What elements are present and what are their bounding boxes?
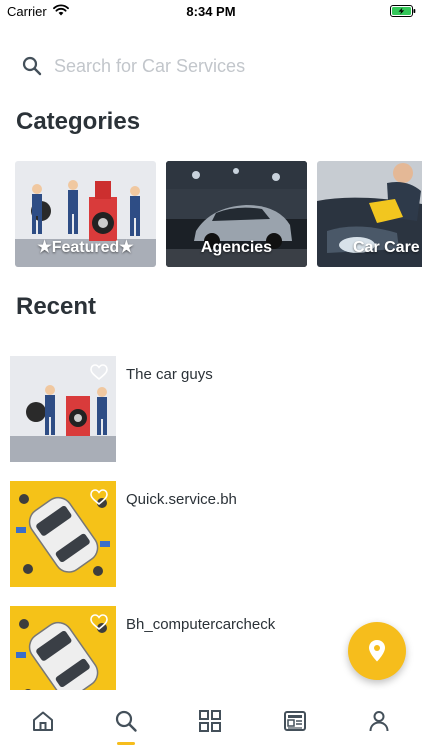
search-icon <box>115 710 137 732</box>
category-label: Agencies <box>200 239 273 256</box>
search-icon <box>22 56 42 81</box>
location-fab-button[interactable] <box>348 622 406 680</box>
news-icon <box>284 711 306 731</box>
heart-icon[interactable] <box>90 614 108 635</box>
home-icon <box>33 711 53 731</box>
category-card-featured[interactable]: ★Featured★ <box>15 161 156 267</box>
recent-item-name: Quick.service.bh <box>126 491 237 508</box>
location-pin-icon <box>369 640 385 662</box>
category-card-agencies[interactable]: Agencies <box>166 161 307 267</box>
grid-icon <box>199 710 221 732</box>
heart-icon[interactable] <box>90 364 108 385</box>
category-label: ★Featured★ <box>37 239 134 256</box>
battery-charging-icon <box>390 4 416 22</box>
categories-carousel[interactable]: ★Featured★ Agencies Car Care <box>15 161 422 267</box>
recent-list-item[interactable]: Quick.service.bh <box>10 481 410 587</box>
recent-list-item[interactable]: The car guys <box>10 356 410 462</box>
recent-title: Recent <box>16 293 97 320</box>
recent-item-name: The car guys <box>126 366 213 383</box>
active-tab-indicator <box>117 742 135 745</box>
tab-search[interactable] <box>84 690 168 750</box>
heart-icon[interactable] <box>90 489 108 510</box>
category-card-car-care[interactable]: Car Care <box>317 161 422 267</box>
tab-news[interactable] <box>253 690 337 750</box>
category-label: Car Care <box>353 239 420 256</box>
tab-categories[interactable] <box>168 690 252 750</box>
tab-profile[interactable] <box>337 690 421 750</box>
search-bar <box>14 48 408 84</box>
recent-item-name: Bh_computercarcheck <box>126 616 276 633</box>
bottom-tab-bar <box>0 690 422 750</box>
user-icon <box>369 711 389 732</box>
status-time: 8:34 PM <box>186 4 236 19</box>
tab-home[interactable] <box>1 690 85 750</box>
search-input[interactable] <box>54 53 394 79</box>
categories-title: Categories <box>16 108 141 135</box>
status-bar: Carrier 8:34 PM <box>0 0 422 22</box>
